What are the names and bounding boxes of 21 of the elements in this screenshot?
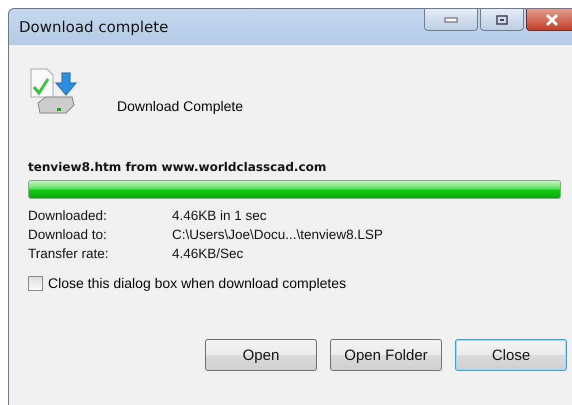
dialog-button[interactable]: Close xyxy=(455,339,567,371)
window-title: Download complete xyxy=(19,18,168,36)
detail-value: C:\Users\Joe\Docu...\tenview8.LSP xyxy=(172,227,384,242)
minimize-icon xyxy=(444,16,458,22)
detail-label: Downloaded: xyxy=(28,208,108,223)
detail-label: Transfer rate: xyxy=(28,246,110,261)
dialog-button[interactable]: Open xyxy=(205,339,317,371)
detail-label: Download to: xyxy=(28,227,108,242)
minimize-button[interactable] xyxy=(424,9,478,31)
source-text: tenview8.htm from www.worldclasscad.com xyxy=(28,160,328,174)
close-icon xyxy=(545,14,559,26)
close-button[interactable] xyxy=(526,9,572,31)
checkbox-label[interactable]: Close this dialog box when download completes xyxy=(48,275,346,291)
detail-value: 4.46KB in 1 sec xyxy=(172,208,268,223)
download-complete-icon xyxy=(28,67,78,115)
maximize-button[interactable] xyxy=(480,9,524,31)
detail-value: 4.46KB/Sec xyxy=(172,246,244,261)
checkbox[interactable] xyxy=(28,276,43,290)
maximize-icon xyxy=(496,14,508,24)
status-heading: Download Complete xyxy=(117,98,244,114)
dialog-button[interactable]: Open Folder xyxy=(330,339,442,371)
